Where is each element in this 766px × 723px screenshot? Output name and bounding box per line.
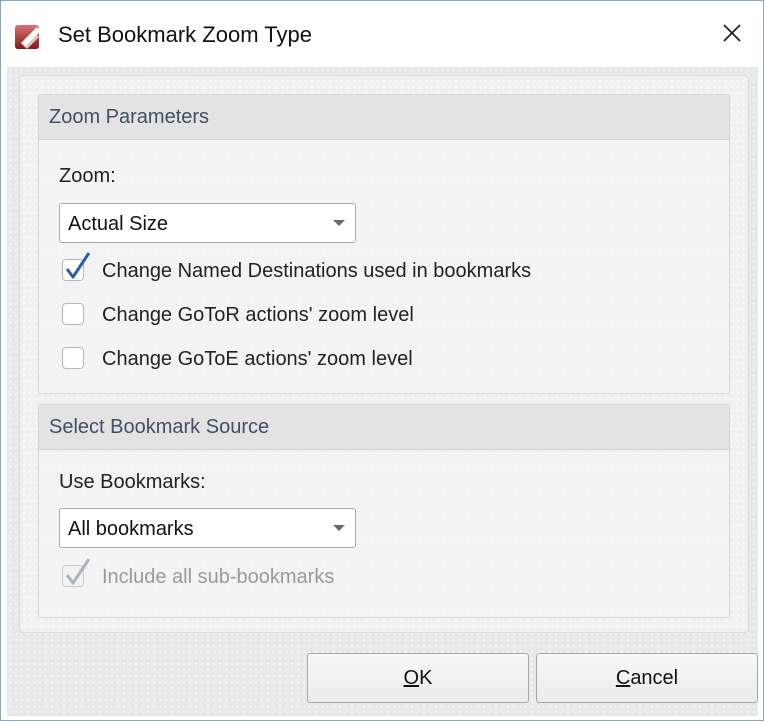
change-gotoe-zoom-checkbox[interactable]: Change GoToE actions' zoom level — [62, 344, 662, 374]
include-sub-bookmarks-checkbox[interactable]: Include all sub-bookmarks — [62, 558, 462, 592]
zoom-parameters-title: Zoom Parameters — [49, 106, 210, 128]
checkbox-label: Change Named Destinations used in bookma… — [102, 260, 532, 282]
zoom-label: Zoom: — [59, 165, 116, 187]
bookmark-source-title: Select Bookmark Source — [49, 416, 270, 438]
dialog-client-area: Zoom Parameters Zoom: Actual Size Change… — [7, 67, 758, 716]
checkbox-box — [62, 347, 84, 369]
zoom-dropdown[interactable]: Actual Size — [59, 203, 356, 243]
checkbox-label: Change GoToE actions' zoom level — [102, 348, 413, 370]
settings-panel: Zoom Parameters Zoom: Actual Size Change… — [19, 75, 749, 633]
change-named-destinations-checkbox[interactable]: Change Named Destinations used in bookma… — [62, 252, 662, 286]
close-icon — [722, 23, 742, 48]
title-bar: Set Bookmark Zoom Type — [1, 1, 763, 67]
change-gotor-zoom-checkbox[interactable]: Change GoToR actions' zoom level — [62, 300, 662, 330]
pdf-app-icon — [13, 21, 45, 51]
checkmark-icon — [63, 556, 93, 588]
set-bookmark-zoom-dialog: Set Bookmark Zoom Type Zoom Parameters Z… — [0, 0, 764, 721]
zoom-parameters-header: Zoom Parameters — [39, 95, 729, 140]
chevron-down-icon — [333, 525, 345, 531]
bookmark-source-group: Select Bookmark Source Use Bookmarks: Al… — [38, 404, 730, 618]
zoom-parameters-group: Zoom Parameters Zoom: Actual Size Change… — [38, 94, 730, 394]
use-bookmarks-dropdown-value: All bookmarks — [68, 518, 194, 540]
chevron-down-icon — [333, 220, 345, 226]
ok-label-rest: K — [419, 667, 433, 689]
close-button[interactable] — [701, 9, 763, 61]
cancel-mnemonic: C — [615, 667, 631, 689]
ok-mnemonic: O — [403, 667, 420, 689]
use-bookmarks-label: Use Bookmarks: — [59, 471, 206, 493]
checkbox-label: Change GoToR actions' zoom level — [102, 304, 414, 326]
zoom-dropdown-value: Actual Size — [68, 213, 169, 235]
ok-button[interactable]: OK — [307, 653, 529, 703]
cancel-label-rest: ancel — [630, 667, 679, 689]
checkmark-icon — [63, 250, 93, 282]
cancel-button[interactable]: Cancel — [536, 653, 758, 703]
use-bookmarks-dropdown[interactable]: All bookmarks — [59, 508, 356, 548]
bookmark-source-header: Select Bookmark Source — [39, 405, 729, 450]
dialog-title: Set Bookmark Zoom Type — [58, 22, 312, 47]
checkbox-box — [62, 303, 84, 325]
checkbox-label: Include all sub-bookmarks — [102, 566, 335, 588]
